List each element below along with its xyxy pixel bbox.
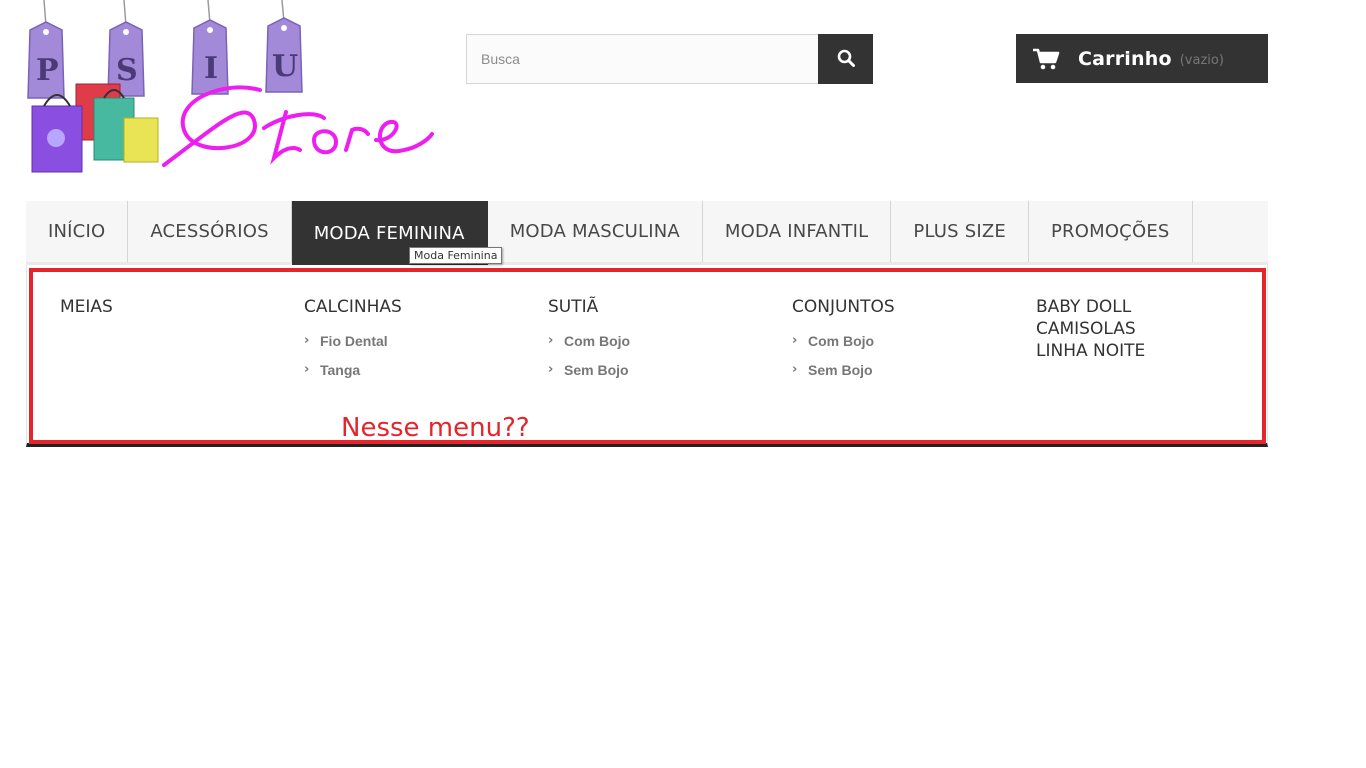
dropdown-column-noite: BABY DOLL CAMISOLAS LINHA NOITE — [1036, 296, 1266, 362]
nav-item-moda-masculina[interactable]: MODA MASCULINA — [488, 201, 703, 262]
category-linha-noite[interactable]: LINHA NOITE — [1036, 340, 1266, 362]
subcategory-fio-dental[interactable]: › Fio Dental — [304, 326, 534, 355]
cart-label: Carrinho — [1078, 47, 1172, 70]
chevron-right-icon: › — [304, 362, 310, 377]
subcategory-label: Com Bojo — [564, 332, 631, 349]
subcategory-list: › Com Bojo › Sem Bojo — [548, 326, 778, 384]
category-calcinhas[interactable]: CALCINHAS — [304, 296, 534, 318]
dropdown-column-conjuntos: CONJUNTOS › Com Bojo › Sem Bojo — [792, 296, 1022, 384]
nav-tooltip: Moda Feminina — [409, 247, 503, 264]
category-conjuntos[interactable]: CONJUNTOS — [792, 296, 1022, 318]
dropdown-column-sutia: SUTIÃ › Com Bojo › Sem Bojo — [548, 296, 778, 384]
search-form — [466, 34, 873, 84]
category-meias[interactable]: MEIAS — [60, 296, 290, 318]
nav-item-inicio[interactable]: INÍCIO — [26, 201, 129, 262]
subcategory-label: Tanga — [320, 361, 361, 378]
dropdown-column-calcinhas: CALCINHAS › Fio Dental › Tanga — [304, 296, 534, 384]
svg-text:P: P — [36, 53, 59, 88]
annotation-text: Nesse menu?? — [341, 413, 530, 443]
subcategory-com-bojo[interactable]: › Com Bojo — [792, 326, 1022, 355]
subcategory-sem-bojo[interactable]: › Sem Bojo — [792, 355, 1022, 384]
subcategory-label: Sem Bojo — [808, 361, 873, 378]
subcategory-list: › Com Bojo › Sem Bojo — [792, 326, 1022, 384]
store-logo[interactable]: PSIU — [24, 0, 436, 178]
chevron-right-icon: › — [304, 333, 310, 348]
nav-item-plus-size[interactable]: PLUS SIZE — [891, 201, 1029, 262]
category-camisolas[interactable]: CAMISOLAS — [1036, 318, 1266, 340]
svg-text:U: U — [272, 49, 298, 84]
chevron-right-icon: › — [792, 362, 798, 377]
main-nav: INÍCIO ACESSÓRIOS MODA FEMININA MODA MAS… — [26, 201, 1268, 265]
chevron-right-icon: › — [548, 362, 554, 377]
cart-icon — [1032, 47, 1060, 71]
svg-text:I: I — [204, 51, 218, 86]
nav-item-promocoes[interactable]: PROMOÇÕES — [1029, 201, 1193, 262]
subcategory-label: Sem Bojo — [564, 361, 629, 378]
subcategory-sem-bojo[interactable]: › Sem Bojo — [548, 355, 778, 384]
search-icon — [837, 49, 855, 70]
cart-button[interactable]: Carrinho (vazio) — [1016, 34, 1268, 83]
subcategory-label: Com Bojo — [808, 332, 875, 349]
subcategory-com-bojo[interactable]: › Com Bojo — [548, 326, 778, 355]
nav-item-moda-infantil[interactable]: MODA INFANTIL — [703, 201, 892, 262]
category-sutia[interactable]: SUTIÃ — [548, 296, 778, 318]
search-input[interactable] — [466, 34, 818, 84]
category-baby-doll[interactable]: BABY DOLL — [1036, 296, 1266, 318]
subcategory-list: › Fio Dental › Tanga — [304, 326, 534, 384]
subcategory-label: Fio Dental — [320, 332, 388, 349]
cart-status: (vazio) — [1179, 52, 1224, 68]
chevron-right-icon: › — [548, 333, 554, 348]
subcategory-tanga[interactable]: › Tanga — [304, 355, 534, 384]
dropdown-menu: MEIAS CALCINHAS › Fio Dental › Tanga SUT… — [26, 265, 1268, 447]
chevron-right-icon: › — [792, 333, 798, 348]
logo-image: PSIU — [27, 0, 434, 173]
svg-text:S: S — [116, 53, 138, 88]
nav-item-acessorios[interactable]: ACESSÓRIOS — [128, 201, 292, 262]
search-button[interactable] — [818, 34, 873, 84]
dropdown-column-meias: MEIAS — [60, 296, 290, 318]
